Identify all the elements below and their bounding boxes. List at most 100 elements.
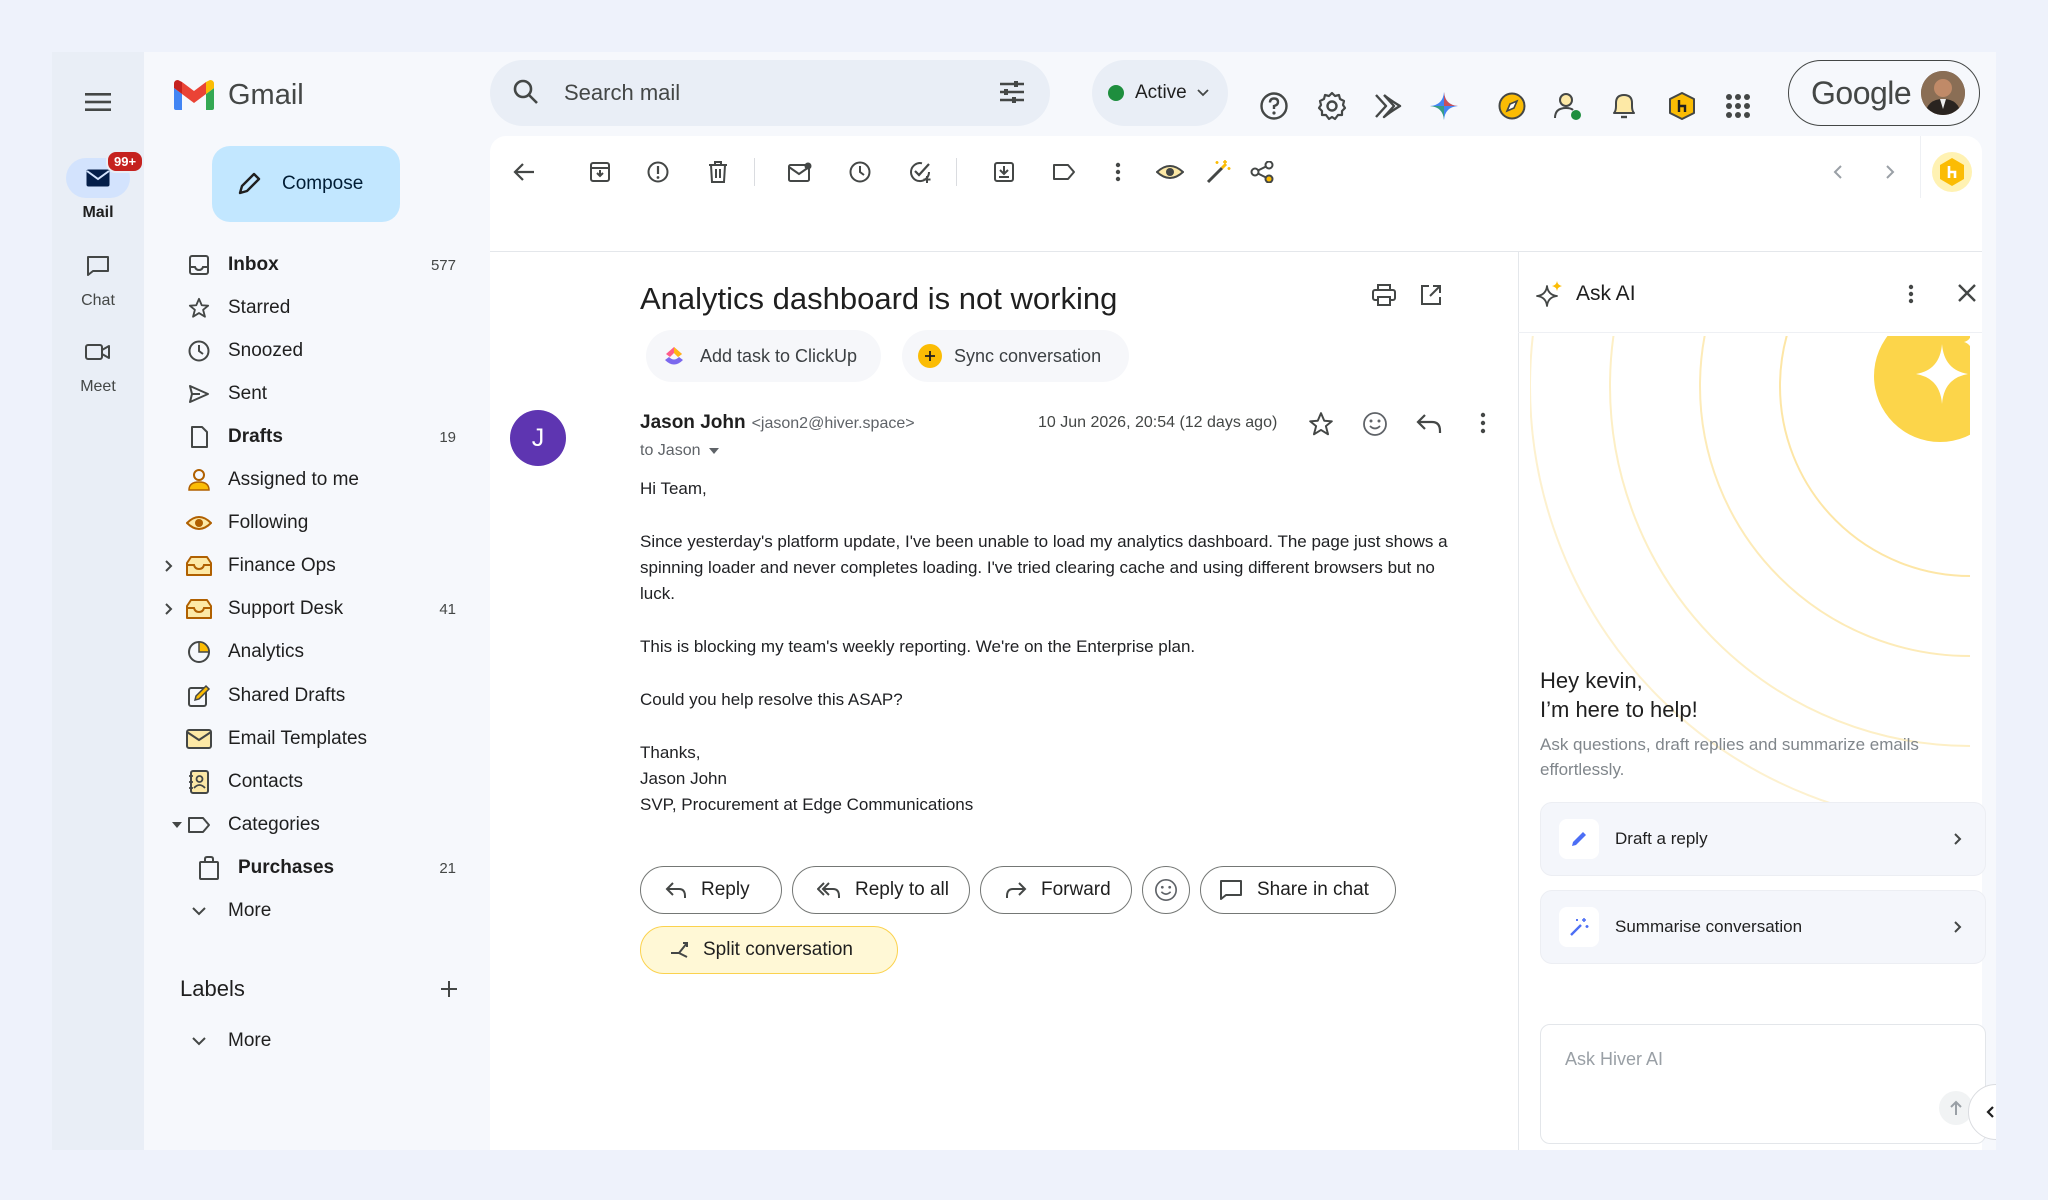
draft-reply-card[interactable]: Draft a reply xyxy=(1540,802,1986,876)
snooze-clock-icon[interactable] xyxy=(846,158,874,186)
sidebar-item-inbox[interactable]: Inbox 577 xyxy=(164,246,464,284)
sparkle-icon xyxy=(1536,280,1564,308)
send-icon xyxy=(186,381,212,407)
mark-unread-icon[interactable] xyxy=(786,158,814,186)
main-menu-icon[interactable] xyxy=(78,82,118,122)
account-button[interactable]: Google xyxy=(1788,60,1980,126)
ai-greeting: Hey kevin, I’m here to help! xyxy=(1540,666,1698,724)
gmail-logo-icon xyxy=(174,80,214,110)
ask-ai-input-box[interactable]: Ask Hiver AI xyxy=(1540,1024,1986,1144)
forward-button[interactable]: Forward xyxy=(980,866,1132,914)
labels-more[interactable]: More xyxy=(164,1022,464,1060)
reply-all-button[interactable]: Reply to all xyxy=(792,866,970,914)
apps-grid-icon[interactable] xyxy=(1718,86,1758,126)
report-spam-icon[interactable] xyxy=(644,158,672,186)
recipient-dropdown[interactable]: to Jason xyxy=(640,442,720,460)
rail-item-meet[interactable]: Meet xyxy=(52,332,144,396)
share-in-chat-button[interactable]: Share in chat xyxy=(1200,866,1396,914)
sidebar-item-email-templates[interactable]: Email Templates xyxy=(164,720,464,758)
pie-chart-icon xyxy=(186,639,212,665)
sidebar-item-purchases[interactable]: Purchases 21 xyxy=(164,849,464,887)
search-options-icon[interactable] xyxy=(998,78,1026,106)
chevron-left-icon[interactable] xyxy=(1824,158,1852,186)
caret-down-icon[interactable] xyxy=(170,818,184,832)
sidebar-item-sent[interactable]: Sent xyxy=(164,375,464,413)
summarise-card[interactable]: Summarise conversation xyxy=(1540,890,1986,964)
help-icon[interactable] xyxy=(1254,86,1294,126)
add-label-icon[interactable] xyxy=(434,974,464,1004)
search-bar[interactable]: Search mail xyxy=(490,60,1050,126)
chevron-right-icon xyxy=(1954,833,1962,845)
hiver-shield-icon[interactable] xyxy=(1662,86,1702,126)
bell-icon[interactable] xyxy=(1604,86,1644,126)
forward-arrows-icon[interactable] xyxy=(1368,86,1408,126)
subtitle-line: effortlessly. xyxy=(1540,760,1625,779)
search-input[interactable]: Search mail xyxy=(564,80,680,106)
compass-icon[interactable] xyxy=(1492,86,1532,126)
archive-icon[interactable] xyxy=(586,158,614,186)
sidebar-item-support-desk[interactable]: Support Desk 41 xyxy=(164,590,464,628)
sidebar-item-shared-drafts[interactable]: Shared Drafts xyxy=(164,677,464,715)
status-dropdown[interactable]: Active xyxy=(1092,60,1228,126)
gear-icon[interactable] xyxy=(1312,86,1352,126)
body-line: This is blocking my team's weekly report… xyxy=(640,637,1196,656)
forward-label: Forward xyxy=(1041,879,1111,900)
body-line: spinning loader and never completes load… xyxy=(640,558,1435,577)
chevron-right-icon[interactable] xyxy=(162,559,176,573)
toolbar-divider xyxy=(956,158,957,186)
hiver-logo-icon[interactable] xyxy=(1932,152,1972,192)
rail-item-mail[interactable]: 99+ Mail xyxy=(52,150,145,222)
sidebar-item-contacts[interactable]: Contacts xyxy=(164,763,464,801)
sync-conversation-button[interactable]: Sync conversation xyxy=(902,330,1130,382)
reply-icon[interactable] xyxy=(1416,413,1442,435)
sidebar-item-analytics[interactable]: Analytics xyxy=(164,633,464,671)
back-arrow-icon[interactable] xyxy=(510,158,538,186)
sidebar-item-following[interactable]: Following xyxy=(164,504,464,542)
split-conversation-button[interactable]: Split conversation xyxy=(640,926,898,974)
email-body: Hi Team, Since yesterday's platform upda… xyxy=(640,476,1448,818)
star-icon[interactable] xyxy=(1308,411,1334,437)
print-icon[interactable] xyxy=(1372,284,1396,306)
sidebar-item-label: Inbox xyxy=(228,254,279,275)
sender-avatar[interactable]: J xyxy=(510,410,566,466)
sidebar-item-starred[interactable]: Starred xyxy=(164,289,464,327)
rail-item-chat[interactable]: Chat xyxy=(52,246,144,310)
ask-ai-input[interactable]: Ask Hiver AI xyxy=(1565,1049,1663,1070)
open-in-new-window-icon[interactable] xyxy=(1420,284,1442,306)
compose-button[interactable]: Compose xyxy=(212,146,400,222)
move-to-icon[interactable] xyxy=(990,158,1018,186)
sidebar-item-snoozed[interactable]: Snoozed xyxy=(164,332,464,370)
user-status-icon[interactable] xyxy=(1548,86,1588,126)
app-rail: 99+ Mail Chat Meet xyxy=(52,52,145,1150)
chevron-right-icon[interactable] xyxy=(162,602,176,616)
pencil-icon xyxy=(1559,819,1599,859)
sidebar-item-assigned[interactable]: Assigned to me xyxy=(164,461,464,499)
share-nodes-icon[interactable] xyxy=(1248,158,1276,186)
sidebar-item-categories[interactable]: Categories xyxy=(164,806,464,844)
sidebar-item-label: Drafts xyxy=(228,426,283,447)
gmail-logo[interactable]: Gmail xyxy=(172,78,304,112)
emoji-reaction-icon[interactable] xyxy=(1362,411,1388,437)
more-vert-icon[interactable] xyxy=(1104,158,1132,186)
more-vert-icon[interactable] xyxy=(1480,412,1486,434)
reply-button[interactable]: Reply xyxy=(640,866,782,914)
close-icon[interactable] xyxy=(1956,282,1978,304)
sidebar-item-drafts[interactable]: Drafts 19 xyxy=(164,418,464,456)
search-icon[interactable] xyxy=(512,78,540,106)
sidebar-item-more[interactable]: More xyxy=(164,892,464,930)
add-task-icon[interactable] xyxy=(906,158,934,186)
trash-icon[interactable] xyxy=(704,158,732,186)
sidebar-item-finance-ops[interactable]: Finance Ops xyxy=(164,547,464,585)
emoji-react-button[interactable] xyxy=(1142,866,1190,914)
magic-wand-icon[interactable] xyxy=(1204,158,1232,186)
shopping-bag-icon xyxy=(196,855,222,881)
more-vert-icon[interactable] xyxy=(1908,284,1914,304)
sender-name[interactable]: Jason John xyxy=(640,412,746,434)
card-label: Summarise conversation xyxy=(1615,917,1803,936)
eye-follow-icon[interactable] xyxy=(1156,158,1184,186)
chevron-right-icon[interactable] xyxy=(1876,158,1904,186)
label-icon[interactable] xyxy=(1050,158,1078,186)
template-mail-icon xyxy=(186,726,212,752)
gemini-sparkle-icon[interactable] xyxy=(1424,86,1464,126)
add-task-clickup-button[interactable]: Add task to ClickUp xyxy=(646,330,882,382)
